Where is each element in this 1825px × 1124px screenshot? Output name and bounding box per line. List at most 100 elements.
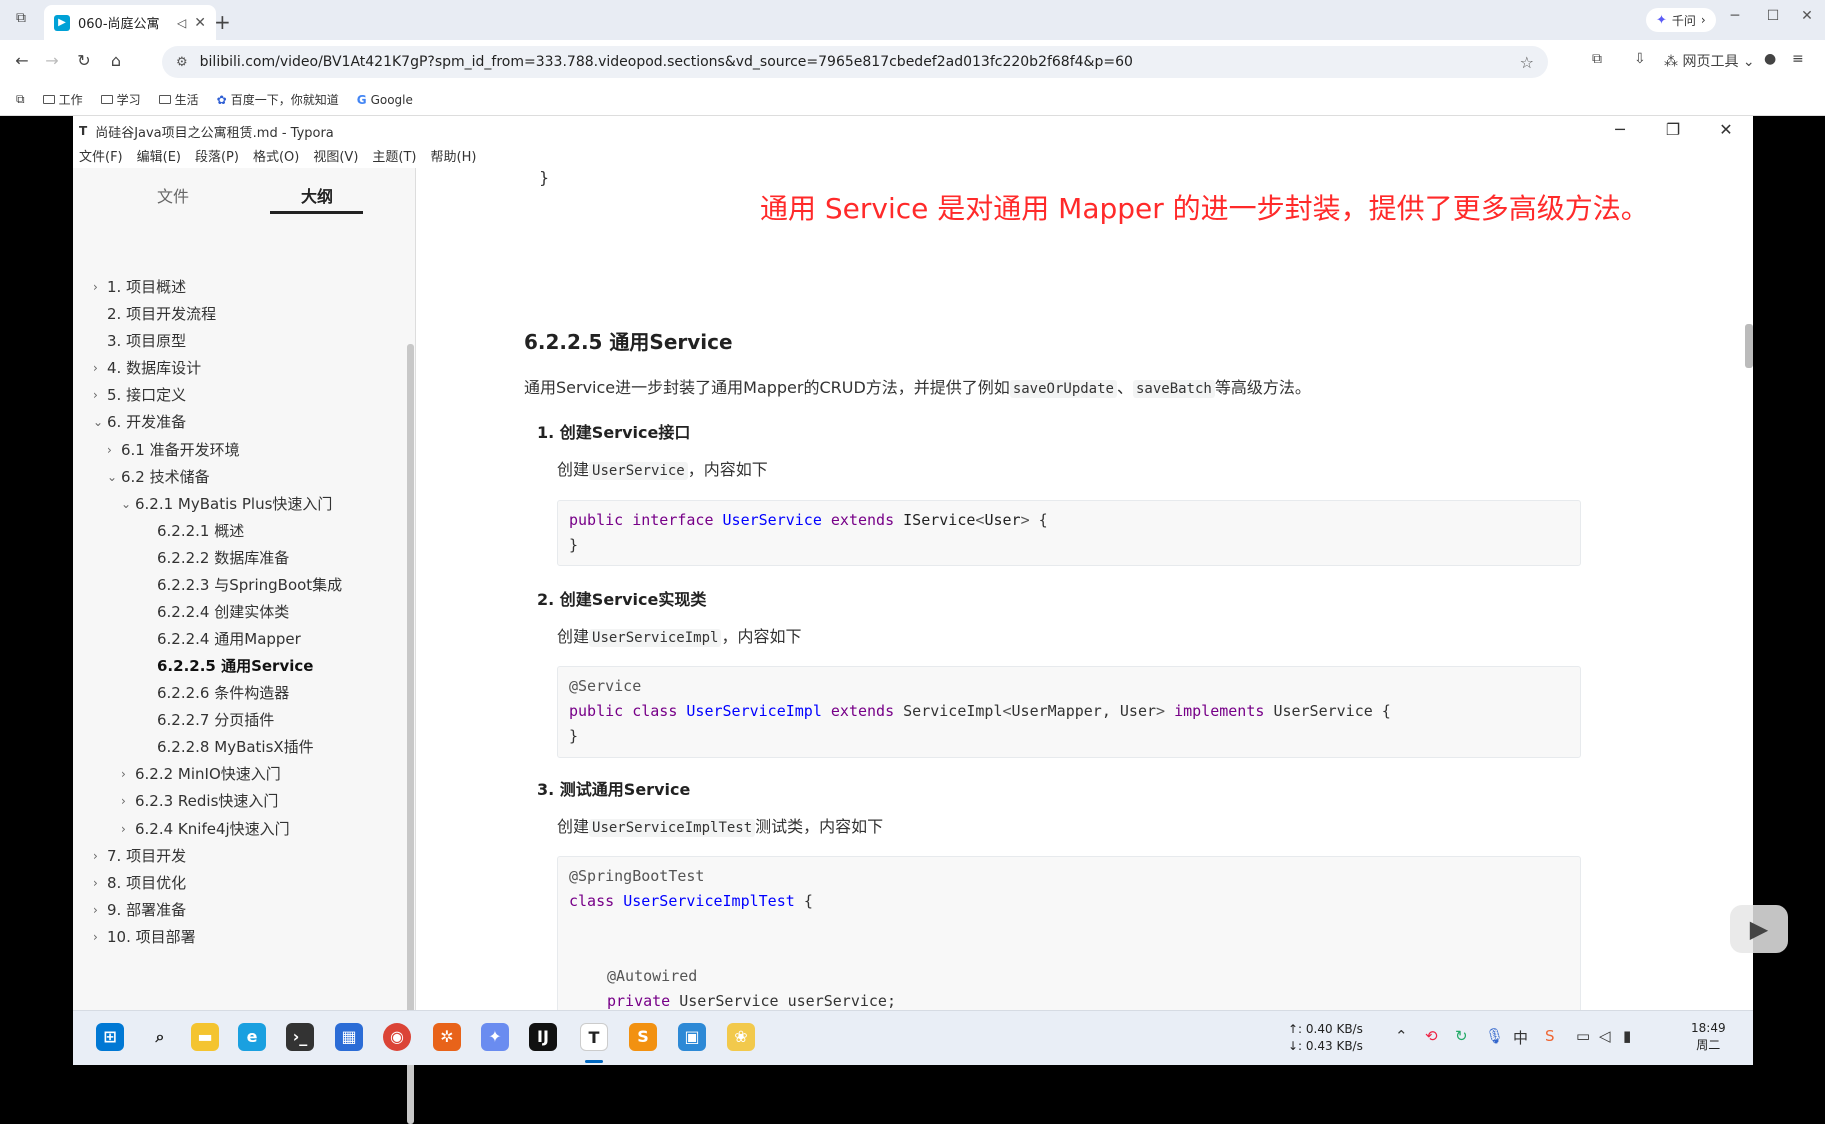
play-icon[interactable]: ▶ bbox=[1730, 905, 1788, 953]
typora-restore-icon[interactable]: ❐ bbox=[1658, 120, 1688, 139]
chevron-right-icon[interactable]: › bbox=[93, 849, 107, 863]
browser-tab[interactable]: ▶ 060-尚庭公寓 ◁ ✕ bbox=[44, 5, 216, 40]
input-method-icon[interactable]: 中 bbox=[1513, 1027, 1528, 1048]
outline-item[interactable]: › 6.2.2 MinIO快速入门 bbox=[121, 763, 281, 784]
web-tools-button[interactable]: ⁂ 网页工具 ⌄ bbox=[1664, 51, 1755, 71]
outline-item[interactable]: 2. 项目开发流程 bbox=[93, 303, 216, 324]
outline-item[interactable]: 6.2.2.5 通用Service bbox=[143, 655, 313, 676]
new-tab-button[interactable]: + bbox=[214, 10, 231, 34]
outline-item[interactable]: 6.2.2.4 通用Mapper bbox=[143, 628, 301, 649]
forward-icon[interactable]: → bbox=[40, 51, 64, 73]
bookmark-folder-life[interactable]: 生活 bbox=[158, 91, 199, 108]
outline-item[interactable]: 6.2.2.8 MyBatisX插件 bbox=[143, 736, 314, 757]
menu-theme[interactable]: 主题(T) bbox=[372, 146, 416, 168]
tab-group-icon[interactable]: ⧉ bbox=[16, 92, 25, 107]
menu-help[interactable]: 帮助(H) bbox=[431, 146, 477, 168]
outline-item[interactable]: 6.2.2.6 条件构造器 bbox=[143, 682, 289, 703]
edge-icon[interactable]: e bbox=[238, 1023, 266, 1051]
menu-paragraph[interactable]: 段落(P) bbox=[195, 146, 239, 168]
site-settings-icon[interactable]: ⚙ bbox=[176, 55, 188, 70]
outline-item[interactable]: 6.2.2.3 与SpringBoot集成 bbox=[143, 574, 342, 595]
feishu-icon[interactable]: ✦ bbox=[481, 1023, 509, 1051]
sidebar-scrollbar[interactable] bbox=[407, 344, 414, 1124]
code-block-interface[interactable]: public interface UserService extends ISe… bbox=[557, 500, 1581, 566]
volume-icon[interactable]: ◁ bbox=[1599, 1027, 1611, 1045]
typora-close-icon[interactable]: ✕ bbox=[1711, 120, 1741, 139]
outline-item[interactable]: › 4. 数据库设计 bbox=[93, 357, 201, 378]
minimize-icon[interactable]: ─ bbox=[1720, 8, 1750, 24]
bookmark-folder-study[interactable]: 学习 bbox=[100, 91, 141, 108]
code-block-impl[interactable]: @Service public class UserServiceImpl ex… bbox=[557, 666, 1581, 758]
tab-actions-icon[interactable]: ⧉ bbox=[10, 10, 32, 30]
typora-minimize-icon[interactable]: ─ bbox=[1605, 120, 1635, 139]
chevron-right-icon[interactable]: › bbox=[93, 280, 107, 294]
chevron-right-icon[interactable]: › bbox=[93, 388, 107, 402]
chrome-icon[interactable]: ◉ bbox=[383, 1023, 411, 1051]
qianwen-button[interactable]: ✦ 千问 › bbox=[1646, 8, 1716, 32]
outline-item[interactable]: › 1. 项目概述 bbox=[93, 276, 186, 297]
outline-item[interactable]: ⌄ 6. 开发准备 bbox=[93, 411, 186, 432]
chevron-down-icon[interactable]: ⌄ bbox=[121, 497, 135, 511]
outline-item[interactable]: › 10. 项目部署 bbox=[93, 926, 196, 947]
outline-item[interactable]: › 6.1 准备开发环境 bbox=[107, 439, 240, 460]
back-icon[interactable]: ← bbox=[10, 51, 34, 73]
tab-outline[interactable]: 大纲 bbox=[301, 183, 333, 207]
outline-item[interactable]: 6.2.2.1 概述 bbox=[143, 520, 244, 541]
chevron-right-icon[interactable]: › bbox=[107, 443, 121, 457]
menu-file[interactable]: 文件(F) bbox=[79, 146, 123, 168]
chevron-down-icon[interactable]: ⌄ bbox=[93, 415, 107, 429]
typora-taskbar-icon[interactable]: T bbox=[580, 1023, 608, 1051]
chevron-right-icon[interactable]: › bbox=[93, 361, 107, 375]
remote-desktop-icon[interactable]: ▣ bbox=[678, 1023, 706, 1051]
intellij-icon[interactable]: IJ bbox=[529, 1023, 557, 1051]
sogou-icon[interactable]: S bbox=[1545, 1027, 1555, 1045]
display-icon[interactable]: ▭ bbox=[1576, 1027, 1590, 1045]
outline-item[interactable]: › 6.2.4 Knife4j快速入门 bbox=[121, 818, 290, 839]
outline-item[interactable]: 6.2.2.4 创建实体类 bbox=[143, 601, 289, 622]
bookmark-google[interactable]: G Google bbox=[357, 93, 413, 107]
bookmark-folder-work[interactable]: 工作 bbox=[42, 91, 83, 108]
editor-scrollbar[interactable] bbox=[1745, 324, 1753, 368]
chevron-right-icon[interactable]: › bbox=[93, 876, 107, 890]
close-window-icon[interactable]: ✕ bbox=[1792, 8, 1822, 24]
bookmark-baidu[interactable]: ✿ 百度一下，你就知道 bbox=[217, 91, 339, 108]
chevron-right-icon[interactable]: › bbox=[121, 794, 135, 808]
menu-edit[interactable]: 编辑(E) bbox=[137, 146, 181, 168]
sync-icon[interactable]: ↻ bbox=[1455, 1027, 1468, 1045]
search-icon[interactable]: ⌕ bbox=[146, 1023, 174, 1051]
close-tab-icon[interactable]: ✕ bbox=[194, 15, 206, 31]
terminal-icon[interactable]: ›_ bbox=[286, 1023, 314, 1051]
outline-item[interactable]: › 8. 项目优化 bbox=[93, 872, 186, 893]
outline-item[interactable]: ⌄ 6.2 技术储备 bbox=[107, 466, 210, 487]
clock[interactable]: 18:49 周二 bbox=[1691, 1020, 1726, 1054]
menu-icon[interactable]: ≡ bbox=[1792, 51, 1804, 67]
reload-icon[interactable]: ↻ bbox=[72, 51, 96, 73]
outline-item[interactable]: 6.2.2.2 数据库准备 bbox=[143, 547, 289, 568]
chevron-down-icon[interactable]: ⌄ bbox=[107, 470, 121, 484]
microphone-icon[interactable]: 🎙 bbox=[1485, 1027, 1504, 1045]
maximize-icon[interactable]: ☐ bbox=[1758, 8, 1788, 24]
extensions-icon[interactable]: ⧉ bbox=[1592, 51, 1602, 67]
windows-start-icon[interactable]: ⊞ bbox=[96, 1023, 124, 1051]
outline-item[interactable]: ⌄ 6.2.1 MyBatis Plus快速入门 bbox=[121, 493, 332, 514]
address-bar[interactable]: ⚙ bilibili.com/video/BV1At421K7gP?spm_id… bbox=[162, 46, 1548, 78]
bookmark-star-icon[interactable]: ☆ bbox=[1520, 53, 1534, 72]
profile-icon[interactable]: ● bbox=[1764, 51, 1776, 67]
menu-view[interactable]: 视图(V) bbox=[313, 146, 358, 168]
outline-item[interactable]: › 5. 接口定义 bbox=[93, 384, 186, 405]
sublime-icon[interactable]: S bbox=[629, 1023, 657, 1051]
download-icon[interactable]: ⇩ bbox=[1634, 51, 1646, 67]
tab-files[interactable]: 文件 bbox=[157, 183, 189, 207]
chevron-right-icon[interactable]: › bbox=[93, 930, 107, 944]
tray-overflow-icon[interactable]: ⌃ bbox=[1395, 1027, 1408, 1045]
outline-item[interactable]: › 9. 部署准备 bbox=[93, 899, 186, 920]
outline-item[interactable]: › 7. 项目开发 bbox=[93, 845, 186, 866]
chevron-right-icon[interactable]: › bbox=[121, 767, 135, 781]
pet-app-icon[interactable]: ❀ bbox=[727, 1023, 755, 1051]
file-explorer-icon[interactable]: ▬ bbox=[191, 1023, 219, 1051]
outline-item[interactable]: › 6.2.3 Redis快速入门 bbox=[121, 790, 278, 811]
home-icon[interactable]: ⌂ bbox=[104, 51, 128, 73]
chevron-right-icon[interactable]: › bbox=[93, 903, 107, 917]
code-block-test[interactable]: @SpringBootTest class UserServiceImplTes… bbox=[557, 856, 1581, 1010]
puzzle-app-icon[interactable]: ✲ bbox=[433, 1023, 461, 1051]
